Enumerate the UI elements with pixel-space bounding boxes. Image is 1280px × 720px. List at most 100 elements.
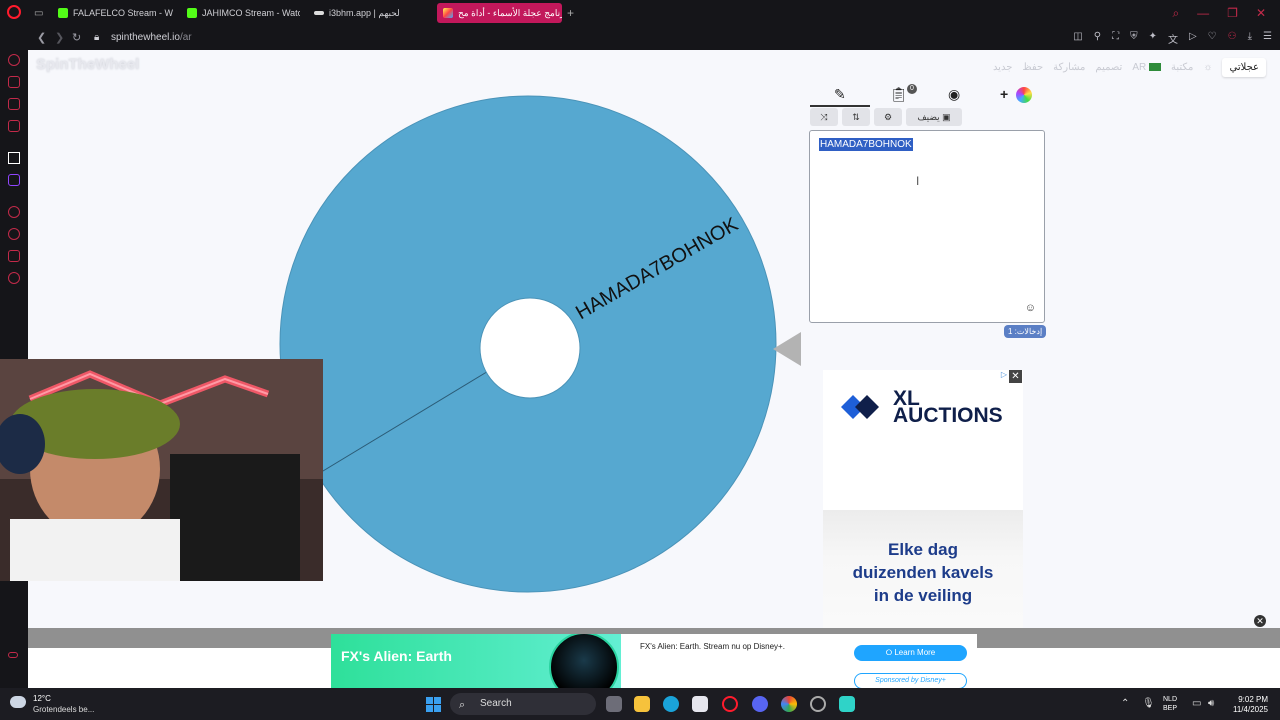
design-link[interactable]: تصميم bbox=[1095, 62, 1122, 73]
emoji-icon[interactable]: ☺ bbox=[1025, 302, 1036, 314]
extension-icon[interactable]: ✦ bbox=[1149, 31, 1157, 46]
adchoices-icon[interactable]: ▷ bbox=[1001, 370, 1007, 379]
image-icon: ▣ bbox=[942, 111, 951, 122]
shield-icon[interactable]: ⛨ bbox=[1130, 31, 1138, 46]
clipboard-icon[interactable]: 📋︎ bbox=[890, 86, 908, 103]
mail-icon[interactable] bbox=[8, 120, 20, 132]
settings-button[interactable]: ⚙ bbox=[874, 108, 902, 126]
maximize-icon[interactable]: ❐ bbox=[1227, 6, 1238, 20]
weather-temperature[interactable]: 12°C bbox=[33, 694, 51, 703]
ad-close-button[interactable]: ✕ bbox=[1009, 370, 1022, 383]
tab-i3bhm[interactable]: i3bhm.app | لحبهم bbox=[314, 3, 429, 23]
site-logo[interactable]: SpinTheWheel bbox=[36, 56, 139, 73]
workspaces-icon[interactable]: ▭ bbox=[34, 3, 50, 23]
discord-icon[interactable] bbox=[752, 696, 768, 712]
account-icon[interactable]: ⚇ bbox=[1228, 31, 1237, 46]
learn-more-button[interactable]: ⭘ Learn More bbox=[854, 645, 967, 661]
kick-favicon-icon bbox=[58, 8, 68, 18]
sponsor-label[interactable]: Sponsored by Disney+ bbox=[854, 673, 967, 688]
tab-spinthewheel[interactable]: برنامج عجلة الأسماء - أداة مح bbox=[437, 3, 562, 23]
new-tab-button[interactable]: + bbox=[567, 3, 579, 23]
edit-icon[interactable]: ✎ bbox=[834, 86, 846, 103]
store-icon[interactable] bbox=[692, 696, 708, 712]
hide-icon[interactable]: ◉ bbox=[948, 86, 960, 103]
download-icon[interactable]: ⤓ bbox=[1248, 31, 1252, 46]
player-sidebar-icon[interactable] bbox=[8, 206, 20, 218]
url-path: /ar bbox=[179, 32, 192, 43]
translate-icon[interactable]: 文 bbox=[1168, 31, 1178, 46]
taskbar-search[interactable]: ⌕ Search bbox=[450, 693, 596, 715]
opera-gx-taskbar-icon[interactable] bbox=[722, 696, 738, 712]
add-color-icon[interactable] bbox=[1016, 87, 1032, 103]
search-tabs-icon[interactable]: ⌕ bbox=[1172, 6, 1179, 21]
address-bar: ❮ ❯ ↻ 🔒︎ spinthewheel.io/ar ◫ ⚲ ⛶ ⛨ ✦ 文 … bbox=[28, 26, 1280, 50]
split-view-icon[interactable]: ◫ bbox=[1073, 31, 1082, 46]
settings-sidebar-icon[interactable] bbox=[8, 272, 20, 284]
tray-overflow-icon[interactable]: ⌃ bbox=[1121, 698, 1129, 709]
ad-description: FX's Alien: Earth. Stream nu op Disney+. bbox=[640, 642, 785, 651]
weather-cloud-icon[interactable] bbox=[10, 696, 26, 708]
my-wheels-button[interactable]: عجلاتي bbox=[1222, 58, 1266, 77]
lock-icon[interactable]: 🔒︎ bbox=[94, 32, 99, 43]
theme-toggle-icon[interactable]: ☼ bbox=[1203, 62, 1212, 73]
player-icon[interactable]: ▷ bbox=[1189, 31, 1197, 46]
shuffle-button[interactable]: ⤨ bbox=[810, 108, 838, 126]
entries-textarea[interactable]: HAMADA7BOHNOK I ☺ bbox=[809, 130, 1045, 323]
tab-label: FALAFELCO Stream - Wat bbox=[73, 8, 173, 18]
url-field[interactable]: spinthewheel.io/ar bbox=[111, 32, 192, 43]
alien-image bbox=[549, 634, 619, 688]
bottom-ad-close-button[interactable]: ✕ bbox=[1254, 615, 1266, 627]
heart-icon[interactable]: ♡ bbox=[1208, 31, 1217, 46]
file-explorer-icon[interactable] bbox=[634, 696, 650, 712]
volume-icon[interactable]: 🔊︎ bbox=[1208, 698, 1214, 709]
new-wheel-link[interactable]: جديد bbox=[993, 62, 1012, 73]
pin-icon[interactable]: ⚲ bbox=[1094, 31, 1101, 46]
weather-description[interactable]: Grotendeels be... bbox=[33, 705, 94, 714]
start-button-icon[interactable] bbox=[426, 697, 441, 712]
gx-icon[interactable] bbox=[8, 652, 18, 658]
forward-icon[interactable]: ❯ bbox=[55, 31, 64, 44]
snapshot-icon[interactable]: ⛶ bbox=[1112, 31, 1119, 46]
sort-button[interactable]: ⇅ bbox=[842, 108, 870, 126]
share-link[interactable]: مشاركة bbox=[1053, 62, 1085, 73]
edge-icon[interactable] bbox=[663, 696, 679, 712]
twitch-icon[interactable] bbox=[8, 174, 20, 186]
save-link[interactable]: حفظ bbox=[1022, 62, 1043, 73]
back-icon[interactable]: ❮ bbox=[37, 31, 46, 44]
clipboard-count-badge: 0 bbox=[907, 84, 917, 94]
tab-falafelco[interactable]: FALAFELCO Stream - Wat bbox=[58, 3, 173, 23]
tab-label: برنامج عجلة الأسماء - أداة مح bbox=[458, 7, 562, 18]
menu-icon[interactable]: ☰ bbox=[1263, 31, 1272, 46]
bookmarks-icon[interactable] bbox=[8, 250, 20, 262]
kick-sidebar-icon[interactable] bbox=[8, 152, 20, 164]
add-plus-label[interactable]: + bbox=[1000, 86, 1008, 102]
network-icon[interactable]: ▭ bbox=[1192, 698, 1201, 709]
messenger-icon[interactable] bbox=[8, 98, 20, 110]
language-indicator[interactable]: NLD BEP bbox=[1163, 695, 1177, 713]
chrome-icon[interactable] bbox=[781, 696, 797, 712]
chat-icon[interactable] bbox=[8, 76, 20, 88]
tab-jahimco[interactable]: JAHIMCO Stream - Watc bbox=[187, 3, 300, 23]
language-selector[interactable]: AR bbox=[1132, 62, 1162, 73]
add-image-button[interactable]: يضيف ▣ bbox=[906, 108, 962, 126]
microphone-icon[interactable]: 🎙︎ bbox=[1142, 698, 1155, 709]
xl-auctions-ad[interactable]: ▷ ✕ XL AUCTIONS Elke dag duizenden kavel… bbox=[823, 370, 1023, 628]
reload-icon[interactable]: ↻ bbox=[72, 31, 81, 44]
close-window-icon[interactable]: ✕ bbox=[1256, 6, 1266, 20]
task-view-icon[interactable] bbox=[606, 696, 622, 712]
system-clock[interactable]: 9:02 PM 11/4/2025 bbox=[1228, 695, 1268, 715]
spin-wheel[interactable]: HAMADA7BOHNOK bbox=[278, 94, 778, 594]
settings-taskbar-icon[interactable] bbox=[810, 696, 826, 712]
history-icon[interactable] bbox=[8, 228, 20, 240]
streamer-webcam bbox=[0, 359, 323, 581]
aria-icon[interactable] bbox=[8, 54, 20, 66]
library-link[interactable]: مكتبة bbox=[1171, 62, 1193, 73]
wheel-hub bbox=[479, 297, 581, 399]
fx-alien-earth-ad[interactable]: FX's Alien: Earth FX's Alien: Earth. Str… bbox=[331, 634, 977, 688]
add-image-label: يضيف bbox=[917, 111, 940, 122]
entry-line[interactable]: HAMADA7BOHNOK bbox=[819, 138, 913, 151]
active-app-icon[interactable] bbox=[839, 696, 855, 712]
minimize-icon[interactable]: — bbox=[1197, 6, 1209, 20]
opera-logo-icon[interactable] bbox=[7, 5, 21, 19]
wheel-favicon-icon bbox=[443, 8, 453, 18]
